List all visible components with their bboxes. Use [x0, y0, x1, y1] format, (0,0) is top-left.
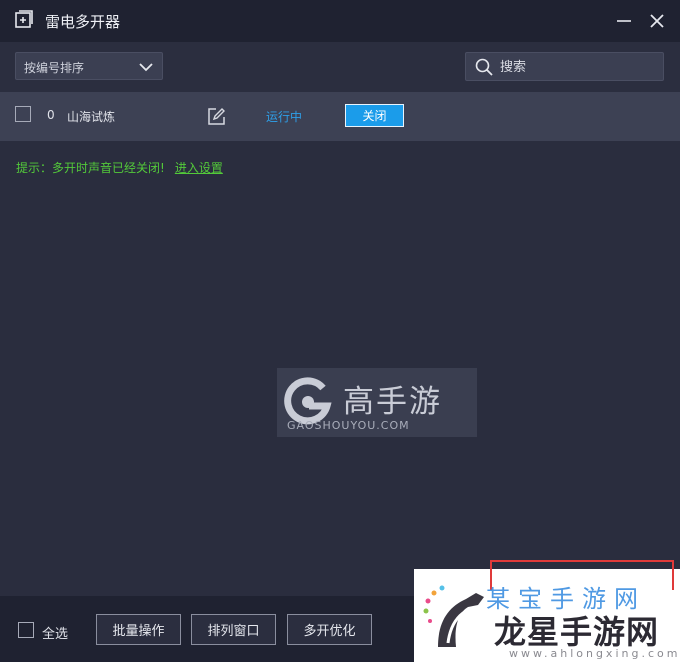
watermark: 高手游 GAOSHOUYOU.COM — [277, 368, 477, 437]
settings-link[interactable]: 进入设置 — [175, 161, 223, 175]
instance-name: 山海试炼 — [67, 110, 116, 124]
sound-tip: 提示：多开时声音已经关闭! 进入设置 — [16, 159, 223, 176]
watermark-title: 高手游 — [343, 384, 442, 420]
site-logo-badge: 某宝手游网 龙星手游网 www.ahlongxing.com — [414, 560, 680, 662]
multi-optimize-button[interactable]: 多开优化 — [287, 614, 372, 645]
instance-close-button[interactable]: 关闭 — [345, 104, 404, 127]
close-icon — [650, 14, 664, 28]
select-all-checkbox[interactable] — [18, 622, 34, 638]
search-box[interactable] — [465, 52, 664, 81]
toolbar: 按编号排序 — [0, 42, 680, 92]
minimize-icon — [617, 20, 631, 22]
arrange-windows-button[interactable]: 排列窗口 — [191, 614, 276, 645]
horse-logo-icon — [423, 585, 484, 647]
logo-url-text: www.ahlongxing.com — [509, 647, 680, 660]
edit-icon[interactable] — [207, 107, 226, 126]
search-input[interactable] — [498, 57, 657, 78]
watermark-url: GAOSHOUYOU.COM — [287, 419, 410, 432]
tip-text: 提示：多开时声音已经关闭! — [16, 161, 165, 175]
sort-dropdown[interactable]: 按编号排序 — [15, 52, 163, 80]
app-icon — [15, 10, 33, 28]
instance-checkbox[interactable] — [15, 106, 31, 122]
chevron-down-icon — [139, 63, 153, 72]
search-icon — [475, 58, 493, 76]
instance-index: 0 — [47, 108, 55, 122]
sort-dropdown-label: 按编号排序 — [24, 61, 85, 75]
batch-operation-button[interactable]: 批量操作 — [96, 614, 181, 645]
close-window-button[interactable] — [644, 8, 670, 34]
minimize-button[interactable] — [611, 8, 637, 34]
window-title: 雷电多开器 — [45, 13, 121, 31]
select-all-label: 全选 — [42, 627, 69, 642]
title-bar: 雷电多开器 — [0, 0, 680, 42]
instance-status: 运行中 — [266, 110, 303, 124]
instance-row[interactable]: 0 山海试炼 运行中 关闭 — [0, 92, 680, 141]
